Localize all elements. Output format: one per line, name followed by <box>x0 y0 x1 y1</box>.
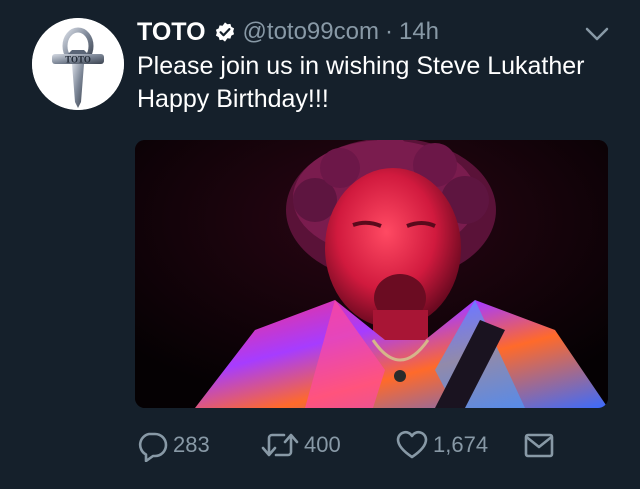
reply-button[interactable]: 283 <box>135 425 210 465</box>
direct-message-button[interactable] <box>523 425 555 465</box>
envelope-icon <box>523 430 555 460</box>
author-handle[interactable]: @toto99com <box>243 18 379 46</box>
tweet-media-photo[interactable] <box>135 140 608 408</box>
like-count: 1,674 <box>433 432 489 457</box>
reply-icon <box>135 428 169 462</box>
verified-badge-icon <box>214 21 236 43</box>
retweet-button[interactable]: 400 <box>260 425 341 465</box>
retweet-count: 400 <box>304 432 341 457</box>
reply-count: 283 <box>173 432 210 457</box>
photo-of-guitarist-icon <box>135 140 608 408</box>
tweet-header: TOTO @toto99com · 14h <box>137 14 439 50</box>
header-separator: · <box>384 18 393 45</box>
tweet-actions: 283 400 1,674 <box>135 425 615 465</box>
author-avatar[interactable]: TOTO <box>32 18 124 110</box>
tweet-text: Please join us in wishing Steve Lukather… <box>137 52 585 113</box>
like-button[interactable]: 1,674 <box>395 425 488 465</box>
author-name[interactable]: TOTO <box>137 18 206 47</box>
chevron-down-icon[interactable] <box>583 20 611 48</box>
tweet-timestamp[interactable]: 14h <box>399 18 439 46</box>
toto-logo-icon: TOTO <box>32 18 124 110</box>
retweet-icon <box>260 428 300 462</box>
avatar-logo-text: TOTO <box>65 55 91 65</box>
heart-icon <box>395 428 429 462</box>
tweet[interactable]: TOTO TOTO @toto99com · 14h Please join u… <box>0 0 640 489</box>
